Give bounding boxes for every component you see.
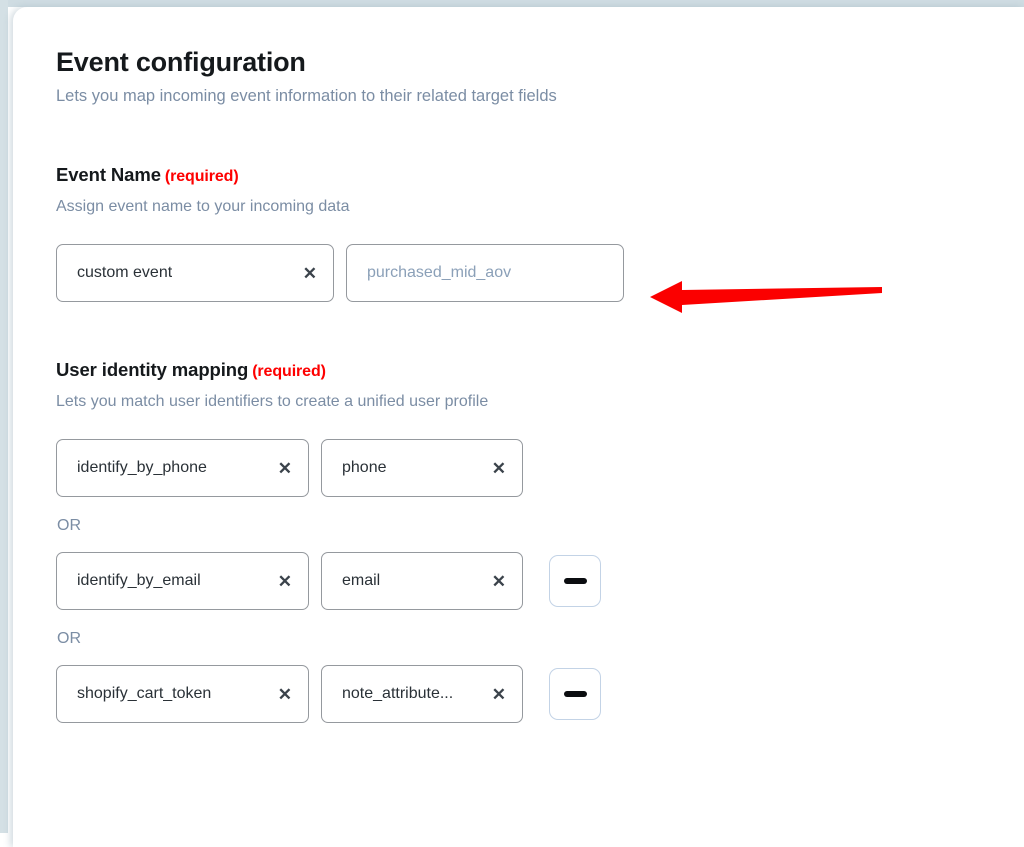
card-content: Event configuration Lets you map incomin… — [56, 45, 986, 723]
identity-identifier-value: identify_by_phone — [77, 459, 207, 476]
close-x-icon[interactable]: ✕ — [492, 686, 506, 703]
identity-identifier-select[interactable]: identify_by_phone ✕ — [56, 439, 309, 497]
user-identity-required-badge: (required) — [252, 363, 326, 380]
event-name-section: Event Name (required) Assign event name t… — [56, 163, 986, 302]
event-name-field-row: custom event ✕ purchased_mid_aov — [56, 244, 986, 302]
event-type-select[interactable]: custom event ✕ — [56, 244, 334, 302]
event-name-input[interactable]: purchased_mid_aov — [346, 244, 624, 302]
left-edge-strip — [0, 0, 8, 833]
minus-icon — [563, 691, 587, 697]
identity-mapping-row: shopify_cart_token ✕ note_attribute... ✕ — [56, 665, 986, 723]
or-separator: OR — [57, 630, 81, 647]
remove-mapping-button[interactable] — [549, 555, 601, 607]
close-x-icon[interactable]: ✕ — [492, 573, 506, 590]
user-identity-section: User identity mapping (required) Lets you… — [56, 358, 986, 723]
identity-target-select[interactable]: phone ✕ — [321, 439, 523, 497]
identity-identifier-select[interactable]: shopify_cart_token ✕ — [56, 665, 309, 723]
identity-identifier-value: identify_by_email — [77, 572, 201, 589]
identity-target-select[interactable]: note_attribute... ✕ — [321, 665, 523, 723]
configuration-card: Event configuration Lets you map incomin… — [13, 7, 1024, 847]
close-x-icon[interactable]: ✕ — [278, 460, 292, 477]
page-subtitle: Lets you map incoming event information … — [56, 87, 557, 105]
minus-icon — [563, 578, 587, 584]
remove-mapping-button[interactable] — [549, 668, 601, 720]
close-x-icon[interactable]: ✕ — [278, 686, 292, 703]
or-separator: OR — [57, 517, 81, 534]
event-name-heading: Event Name (required) — [56, 163, 986, 189]
event-name-description: Assign event name to your incoming data — [56, 198, 350, 215]
identity-target-value: note_attribute... — [342, 685, 454, 702]
page-title: Event configuration — [56, 47, 306, 77]
identity-identifier-select[interactable]: identify_by_email ✕ — [56, 552, 309, 610]
user-identity-description: Lets you match user identifiers to creat… — [56, 393, 489, 410]
event-name-required-badge: (required) — [164, 168, 239, 185]
close-x-icon[interactable]: ✕ — [278, 573, 292, 590]
close-x-icon[interactable]: ✕ — [492, 460, 506, 477]
top-edge-strip — [0, 0, 1024, 7]
identity-target-value: phone — [342, 459, 387, 476]
user-identity-heading: User identity mapping (required) — [56, 358, 986, 384]
event-name-value: purchased_mid_aov — [367, 264, 512, 281]
identity-identifier-value: shopify_cart_token — [77, 685, 212, 702]
identity-mapping-row: identify_by_phone ✕ phone ✕ — [56, 439, 986, 497]
event-name-heading-text: Event Name — [56, 164, 161, 185]
identity-target-select[interactable]: email ✕ — [321, 552, 523, 610]
close-x-icon[interactable]: ✕ — [303, 265, 317, 282]
user-identity-heading-text: User identity mapping — [56, 359, 249, 380]
event-type-value: custom event — [77, 264, 173, 281]
identity-mapping-row: identify_by_email ✕ email ✕ — [56, 552, 986, 610]
identity-target-value: email — [342, 572, 381, 589]
